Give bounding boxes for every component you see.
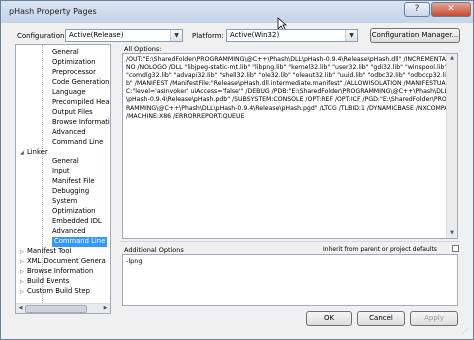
all-options-text: /OUT:"E:\SharedFolder\PROGRAMMING\@C++\P… — [126, 56, 452, 120]
tree-item[interactable]: System — [52, 197, 77, 207]
scroll-right-icon[interactable]: ▶ — [101, 304, 110, 313]
inherit-label: Inherit from parent or project defaults — [323, 246, 437, 253]
property-pages-dialog: pHash Property Pages ? ✕ Configuration: … — [0, 0, 474, 340]
tree-horizontal-scrollbar[interactable]: ◀ ▶ — [16, 303, 110, 313]
tree-item-label: Command Line — [54, 237, 106, 246]
configuration-select[interactable]: Active(Release) ▼ — [65, 29, 183, 42]
configuration-manager-button[interactable]: Configuration Manager... — [370, 28, 460, 43]
all-options-label: All Options: — [124, 45, 162, 53]
tree-item[interactable]: Preprocessor — [52, 68, 96, 78]
tree-item[interactable]: ▷ XML Document Genera — [20, 257, 106, 267]
tree-item-label: Linker — [27, 147, 48, 156]
help-button[interactable]: ? — [404, 2, 430, 17]
tree-item[interactable]: Code Generation — [52, 78, 109, 88]
tree-item[interactable]: Browse Information — [52, 117, 110, 128]
configuration-value: Active(Release) — [69, 31, 124, 39]
scroll-up-icon[interactable]: ▲ — [447, 54, 457, 63]
tree-item[interactable]: Command Line — [52, 237, 108, 247]
tree-item-label: Optimization — [52, 57, 96, 66]
platform-select[interactable]: Active(Win32) ▼ — [226, 29, 358, 42]
chevron-down-icon: ▼ — [345, 30, 357, 41]
tree-item-label: System — [52, 197, 78, 206]
tree-item-label: General — [52, 48, 79, 56]
expand-arrow-icon[interactable]: ▷ — [20, 288, 27, 298]
additional-options-textbox[interactable]: -lpng — [122, 254, 458, 306]
configuration-label: Configuration: — [17, 32, 67, 40]
tree-item-label: Input — [52, 167, 70, 176]
tree-item[interactable]: Embedded IDL — [52, 217, 102, 227]
tree-item[interactable]: Debugging — [52, 187, 89, 197]
tree-item-label: Browse Information — [27, 266, 94, 275]
tree-item[interactable]: Language — [52, 88, 86, 98]
tree-item-label: Debugging — [52, 187, 90, 196]
tree-item[interactable]: Advanced — [52, 128, 86, 138]
tree-item-label: Language — [52, 87, 86, 96]
tree-item-label: Code Generation — [52, 77, 110, 86]
tree-item[interactable]: Optimization — [52, 58, 95, 68]
tree-item-label: Command Line — [52, 137, 104, 146]
tree-item[interactable]: General — [52, 48, 79, 58]
tree-item[interactable]: ◢ Linker — [20, 148, 48, 158]
tree-item-label: Embedded IDL — [52, 217, 102, 226]
tree-item-label: Browse Information — [52, 117, 110, 126]
tree-item[interactable]: ▷ Browse Information — [20, 267, 93, 277]
cancel-button[interactable]: Cancel — [357, 311, 405, 326]
tree-item[interactable]: ▷ Manifest Tool — [20, 247, 71, 257]
separator — [120, 241, 460, 242]
all-options-textbox[interactable]: /OUT:"E:\SharedFolder\PROGRAMMING\@C++\P… — [122, 53, 458, 239]
property-tree[interactable]: General Optimization Preprocessor Code Gene… — [15, 44, 111, 314]
tree-item-label: Optimization — [52, 207, 96, 216]
platform-label: Platform: — [192, 32, 224, 40]
tree-item-label: Manifest File — [52, 177, 95, 186]
title-bar[interactable]: pHash Property Pages ? ✕ — [1, 1, 473, 23]
ok-button[interactable]: OK — [306, 311, 352, 326]
chevron-down-icon: ▼ — [170, 30, 182, 41]
additional-options-label: Additional Options — [124, 246, 184, 254]
tree-item[interactable]: Manifest File — [52, 177, 95, 187]
tree-item-label: Preprocessor — [52, 67, 96, 76]
all-options-scrollbar[interactable]: ▲ ▼ — [446, 54, 457, 238]
collapse-arrow-icon[interactable]: ◢ — [20, 149, 27, 159]
tree-item-label: General — [52, 157, 79, 166]
tree-item-label: Precompiled Heade — [52, 97, 110, 106]
scroll-left-icon[interactable]: ◀ — [16, 304, 25, 313]
tree-item-label: XML Document Genera — [27, 256, 106, 265]
tree-item-label: Build Events — [27, 276, 70, 285]
window-title: pHash Property Pages — [9, 7, 97, 16]
inherit-checkbox[interactable] — [452, 245, 459, 252]
tree-item[interactable]: General — [52, 157, 79, 167]
tree-item[interactable]: Input — [52, 167, 70, 177]
additional-options-value: -lpng — [126, 257, 143, 265]
tree-item[interactable]: Optimization — [52, 207, 95, 217]
tree-item[interactable]: ▷ Custom Build Step — [20, 287, 90, 297]
tree-item[interactable]: Command Line — [52, 138, 103, 148]
tree-item-label: Manifest Tool — [27, 247, 72, 255]
close-button[interactable]: ✕ — [431, 2, 471, 17]
tree-item-label: Custom Build Step — [27, 286, 90, 295]
scroll-thumb[interactable] — [25, 305, 87, 313]
tree-item[interactable]: ▷ Build Events — [20, 277, 69, 287]
tree-item[interactable]: Precompiled Heade — [52, 97, 110, 108]
platform-value: Active(Win32) — [230, 31, 280, 39]
tree-item[interactable]: Output Files — [52, 108, 93, 118]
apply-button[interactable]: Apply — [410, 311, 458, 326]
scroll-down-icon[interactable]: ▼ — [447, 229, 457, 238]
tree-item-label: Output Files — [52, 107, 93, 116]
resize-grip-icon[interactable]: ⋰ — [462, 328, 470, 336]
tree-item[interactable]: Advanced — [52, 227, 86, 237]
tree-item-label: Advanced — [52, 227, 86, 236]
tree-item-label: Advanced — [52, 127, 86, 136]
